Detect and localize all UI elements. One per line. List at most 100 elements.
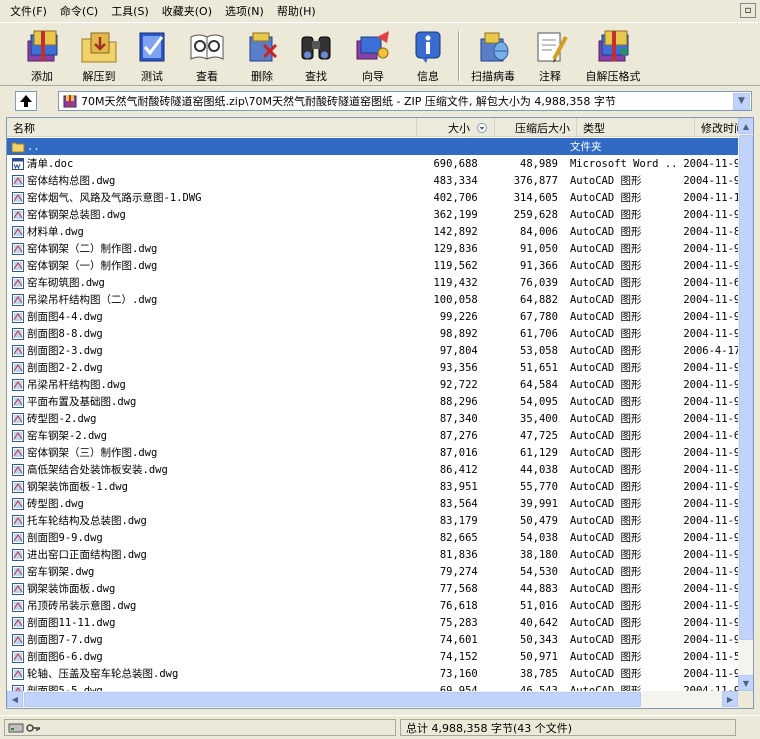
file-packed-size: 44,883 — [520, 582, 558, 595]
file-packed-size: 35,400 — [520, 412, 558, 425]
comment-button[interactable]: 注释 — [528, 29, 572, 85]
file-row[interactable]: 剖面图4-4.dwg 99,226 67,780 AutoCAD 图形 2004-11-… — [7, 308, 738, 325]
scroll-down-icon[interactable]: ▼ — [738, 675, 753, 691]
column-header-row: 名称 大小 压缩后大小 类型 修改时间 — [7, 118, 745, 137]
column-header-type[interactable]: 类型 — [577, 118, 695, 137]
file-row[interactable]: 进出窑口正面结构图.dwg 81,836 38,180 AutoCAD 图形 2004-… — [7, 546, 738, 563]
column-header-name[interactable]: 名称 — [7, 118, 417, 137]
dwg-file-icon — [11, 412, 27, 426]
dwg-file-icon — [11, 225, 27, 239]
test-button[interactable]: 测试 — [130, 29, 174, 85]
file-row[interactable]: 窑车砌筑图.dwg 119,432 76,039 AutoCAD 图形 2004-11-… — [7, 274, 738, 291]
file-row[interactable]: 清单.doc 690,688 48,989 Microsoft Word ... 200… — [7, 155, 738, 172]
virus-scan-button[interactable]: 扫描病毒 — [466, 29, 520, 85]
file-name: 窑体钢架总装图.dwg — [27, 209, 126, 221]
file-size: 129,836 — [433, 242, 478, 255]
wizard-label: 向导 — [362, 70, 384, 83]
file-type: AutoCAD 图形 — [569, 549, 642, 561]
file-row[interactable]: 剖面图7-7.dwg 74,601 50,343 AutoCAD 图形 2004-11-… — [7, 631, 738, 648]
menu-tools[interactable]: 工具(S) — [105, 1, 156, 21]
file-row[interactable]: 窑体钢架（二）制作图.dwg 129,836 91,050 AutoCAD 图形 200… — [7, 240, 738, 257]
file-row[interactable]: 高低架结合处装饰板安装.dwg 86,412 44,038 AutoCAD 图形 200… — [7, 461, 738, 478]
file-row[interactable]: 剖面图2-3.dwg 97,804 53,058 AutoCAD 图形 2006-4-1… — [7, 342, 738, 359]
file-row[interactable]: 窑体烟气、风路及气路示意图-1.DWG 402,706 314,605 AutoCAD… — [7, 189, 738, 206]
file-row[interactable]: 托车轮结构及总装图.dwg 83,179 50,479 AutoCAD 图形 2004-… — [7, 512, 738, 529]
file-size: 86,412 — [439, 463, 478, 476]
file-row[interactable]: 吊梁吊杆结构图.dwg 92,722 64,584 AutoCAD 图形 2004-11… — [7, 376, 738, 393]
scroll-up-icon[interactable]: ▲ — [738, 118, 753, 134]
file-row[interactable]: 剖面图8-8.dwg 98,892 61,706 AutoCAD 图形 2004-11-… — [7, 325, 738, 342]
file-row[interactable]: 砖型图.dwg 83,564 39,991 AutoCAD 图形 2004-11-9 — [7, 495, 738, 512]
sfx-label: 自解压格式 — [585, 70, 641, 83]
view-button[interactable]: 查看 — [184, 29, 230, 85]
file-row[interactable]: 剖面图6-6.dwg 74,152 50,971 AutoCAD 图形 2004-11-… — [7, 648, 738, 665]
column-header-modified[interactable]: 修改时间 — [695, 118, 745, 137]
file-type: AutoCAD 图形 — [569, 345, 642, 357]
file-size: 73,160 — [439, 667, 478, 680]
vertical-scrollbar[interactable]: ▲ ▼ — [738, 118, 753, 691]
file-row[interactable]: 钢架装饰面板.dwg 77,568 44,883 AutoCAD 图形 2004-11-… — [7, 580, 738, 597]
file-packed-size: 44,038 — [520, 463, 558, 476]
restore-window-icon[interactable]: ▫ — [740, 3, 756, 18]
file-size: 100,058 — [433, 293, 478, 306]
file-row[interactable]: 平面布置及基础图.dwg 88,296 54,095 AutoCAD 图形 2004-1… — [7, 393, 738, 410]
menu-help[interactable]: 帮助(H) — [271, 1, 323, 21]
chevron-down-icon[interactable]: ▼ — [733, 92, 750, 110]
file-row[interactable]: 剖面图9-9.dwg 82,665 54,038 AutoCAD 图形 2004-11-… — [7, 529, 738, 546]
file-packed-size: 259,628 — [513, 208, 558, 221]
add-archive-icon — [27, 30, 58, 62]
file-row[interactable]: 窑车钢架-2.dwg 87,276 47,725 AutoCAD 图形 2004-11-… — [7, 427, 738, 444]
scroll-left-icon[interactable]: ◀ — [7, 691, 23, 707]
scroll-right-icon[interactable]: ▶ — [722, 691, 738, 707]
dwg-file-icon — [11, 191, 27, 205]
file-row[interactable]: 砖型图-2.dwg 87,340 35,400 AutoCAD 图形 2004-11-9 — [7, 410, 738, 427]
file-packed-size: 54,038 — [520, 531, 558, 544]
column-header-packed[interactable]: 压缩后大小 — [495, 118, 577, 137]
wizard-button[interactable]: 向导 — [348, 29, 398, 85]
file-row[interactable]: 轮轴、压盖及窑车轮总装图.dwg 73,160 38,785 AutoCAD 图形 20… — [7, 665, 738, 682]
horizontal-scroll-thumb[interactable] — [24, 692, 641, 707]
file-name: 平面布置及基础图.dwg — [27, 396, 137, 408]
file-row[interactable]: 窑体钢架总装图.dwg 362,199 259,628 AutoCAD 图形 2004-… — [7, 206, 738, 223]
sfx-button[interactable]: 自解压格式 — [580, 29, 646, 85]
comment-icon — [537, 32, 568, 63]
path-combobox[interactable]: 70M天然气耐酸砖隧道窑图纸.zip\70M天然气耐酸砖隧道窑图纸 - ZIP … — [58, 91, 752, 111]
add-button[interactable]: 添加 — [18, 29, 66, 85]
file-row[interactable]: 吊梁吊杆结构图（二）.dwg 100,058 64,882 AutoCAD 图形 200… — [7, 291, 738, 308]
file-packed-size: 48,989 — [520, 157, 558, 170]
info-button[interactable]: 信息 — [406, 29, 450, 85]
file-size: 93,356 — [439, 361, 478, 374]
file-row[interactable]: 材料单.dwg 142,892 84,006 AutoCAD 图形 2004-11-8 — [7, 223, 738, 240]
file-size: 76,618 — [439, 599, 478, 612]
binoculars-icon — [301, 36, 331, 60]
vertical-scroll-thumb[interactable] — [739, 135, 753, 640]
file-modified: 2004-11-1 — [683, 191, 738, 204]
extract-to-button[interactable]: 解压到 — [74, 29, 124, 85]
file-list: 名称 大小 压缩后大小 类型 修改时间 .. 文件夹 清单.doc 690,688 48… — [6, 117, 754, 709]
file-row[interactable]: 吊顶砖吊装示意图.dwg 76,618 51,016 AutoCAD 图形 2004-1… — [7, 597, 738, 614]
horizontal-scrollbar[interactable]: ◀ ▶ — [7, 691, 738, 708]
file-name: 窑体钢架（三）制作图.dwg — [27, 447, 158, 459]
file-packed-size: 314,605 — [513, 191, 558, 204]
menu-favorites[interactable]: 收藏夹(O) — [156, 1, 219, 21]
file-row[interactable]: 窑车钢架.dwg 79,274 54,530 AutoCAD 图形 2004-11-9 — [7, 563, 738, 580]
up-folder-button[interactable] — [15, 91, 37, 111]
menu-options[interactable]: 选项(N) — [219, 1, 271, 21]
find-label: 查找 — [305, 70, 327, 83]
file-row[interactable]: 剖面图11-11.dwg 75,283 40,642 AutoCAD 图形 2004-1… — [7, 614, 738, 631]
column-header-size[interactable]: 大小 — [417, 118, 495, 137]
file-row[interactable]: .. 文件夹 — [7, 138, 738, 155]
file-row[interactable]: 窑体钢架（三）制作图.dwg 87,016 61,129 AutoCAD 图形 2004… — [7, 444, 738, 461]
menu-commands[interactable]: 命令(C) — [54, 1, 105, 21]
file-name: 窑体烟气、风路及气路示意图-1.DWG — [27, 192, 202, 204]
file-row[interactable]: 窑体结构总图.dwg 483,334 376,877 AutoCAD 图形 2004-1… — [7, 172, 738, 189]
file-row[interactable]: 窑体钢架（一）制作图.dwg 119,562 91,366 AutoCAD 图形 200… — [7, 257, 738, 274]
menu-file[interactable]: 文件(F) — [4, 1, 54, 21]
file-row[interactable]: 剖面图2-2.dwg 93,356 51,651 AutoCAD 图形 2004-11-… — [7, 359, 738, 376]
test-label: 测试 — [141, 70, 163, 83]
file-type: AutoCAD 图形 — [569, 583, 642, 595]
delete-button[interactable]: 删除 — [240, 29, 284, 85]
file-name: 剖面图4-4.dwg — [27, 311, 103, 323]
find-button[interactable]: 查找 — [294, 29, 338, 85]
file-row[interactable]: 钢架装饰面板-1.dwg 83,951 55,770 AutoCAD 图形 2004-1… — [7, 478, 738, 495]
